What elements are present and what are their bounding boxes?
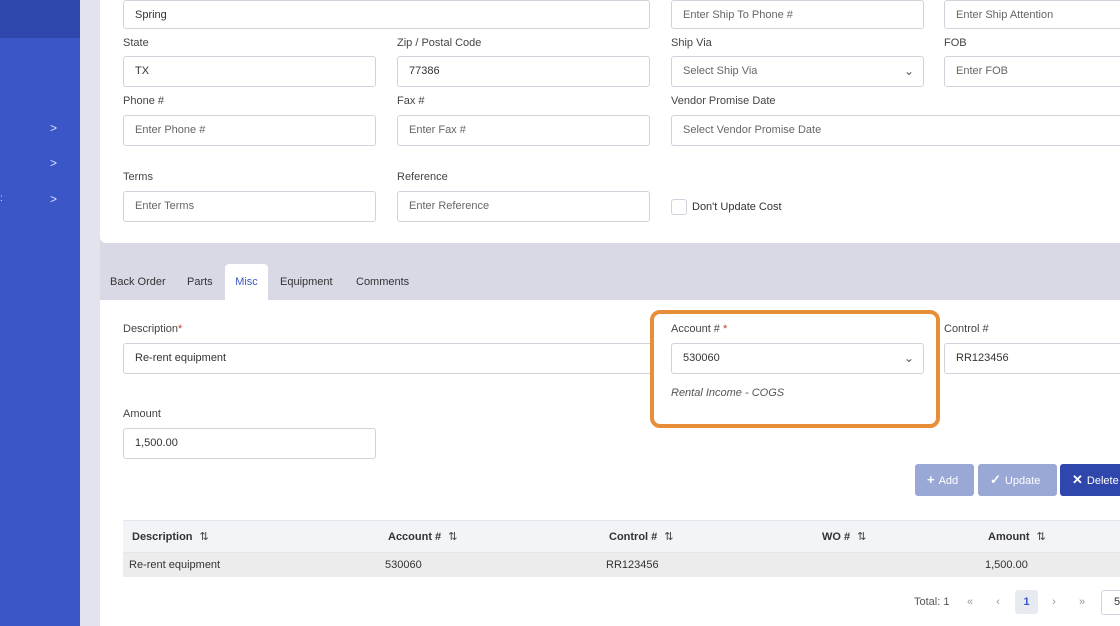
dont-update-cost-checkbox[interactable] — [671, 199, 687, 215]
next-page-icon[interactable]: › — [1046, 590, 1062, 614]
ship-attention-input[interactable]: Enter Ship Attention — [944, 0, 1120, 29]
check-icon: ✓ — [990, 472, 1001, 487]
reference-label: Reference — [397, 171, 448, 183]
table-row[interactable]: Re-rent equipment 530060 RR123456 1,500.… — [123, 553, 1120, 577]
fob-label: FOB — [944, 37, 967, 49]
tab-misc[interactable]: Misc — [225, 264, 268, 300]
sort-icon: ⇅ — [199, 531, 209, 543]
tab-equipment[interactable]: Equipment — [280, 264, 333, 300]
terms-label: Terms — [123, 171, 153, 183]
fax-label: Fax # — [397, 95, 425, 107]
first-page-icon[interactable]: « — [962, 590, 978, 614]
plus-icon: + — [927, 472, 935, 487]
column-header-description[interactable]: Description ⇅ — [132, 521, 209, 554]
update-button[interactable]: ✓ Update — [978, 464, 1057, 496]
close-icon: ✕ — [1072, 472, 1083, 487]
account-highlight-box — [650, 310, 940, 428]
state-input[interactable]: TX — [123, 56, 376, 87]
chevron-right-icon[interactable]: > — [50, 192, 57, 206]
pagination-total: Total: 1 — [914, 596, 950, 608]
ship-via-placeholder: Select Ship Via — [683, 65, 758, 77]
chevron-right-icon[interactable]: > — [50, 121, 57, 135]
sidebar-active-item[interactable] — [0, 0, 80, 38]
sort-icon: ⇅ — [1036, 531, 1046, 543]
phone-label: Phone # — [123, 95, 164, 107]
amount-input[interactable]: 1,500.00 — [123, 428, 376, 459]
city-input[interactable]: Spring — [123, 0, 650, 29]
sort-icon: ⇅ — [664, 531, 674, 543]
fob-input[interactable]: Enter FOB — [944, 56, 1120, 87]
description-label: Description* — [123, 323, 183, 335]
sort-icon: ⇅ — [857, 531, 867, 543]
control-input[interactable]: RR123456 — [944, 343, 1120, 374]
column-header-wo[interactable]: WO # ⇅ — [822, 521, 866, 554]
last-page-icon[interactable]: » — [1074, 590, 1090, 614]
content-gutter — [80, 0, 100, 626]
description-input[interactable]: Re-rent equipment — [123, 343, 653, 374]
ship-via-select[interactable]: Select Ship Via ⌄ — [671, 56, 924, 87]
chevron-down-icon: ⌄ — [903, 64, 914, 78]
reference-input[interactable]: Enter Reference — [397, 191, 650, 222]
page-size-select[interactable]: 5 — [1101, 590, 1120, 615]
ship-to-phone-input[interactable]: Enter Ship To Phone # — [671, 0, 924, 29]
delete-button[interactable]: ✕ Delete — [1060, 464, 1120, 496]
cell-description: Re-rent equipment — [129, 559, 221, 571]
cell-account: 530060 — [385, 559, 422, 571]
sidebar: > > : > — [0, 0, 80, 626]
tab-parts[interactable]: Parts — [187, 264, 213, 300]
page-number-current[interactable]: 1 — [1015, 590, 1038, 614]
tab-comments[interactable]: Comments — [356, 264, 409, 300]
tab-back-order[interactable]: Back Order — [110, 264, 166, 300]
zip-input[interactable]: 77386 — [397, 56, 650, 87]
column-header-account[interactable]: Account # ⇅ — [388, 521, 457, 554]
table-header: Description ⇅ Account # ⇅ Control # ⇅ WO # ⇅… — [123, 520, 1120, 553]
ship-via-label: Ship Via — [671, 37, 712, 49]
sidebar-item-stub: : — [0, 193, 3, 204]
amount-label: Amount — [123, 408, 161, 420]
column-header-amount[interactable]: Amount ⇅ — [988, 521, 1046, 554]
chevron-right-icon[interactable]: > — [50, 156, 57, 170]
vendor-promise-date-label: Vendor Promise Date — [671, 95, 776, 107]
cell-amount: 1,500.00 — [985, 559, 1028, 571]
control-label: Control # — [944, 323, 989, 335]
previous-page-icon[interactable]: ‹ — [990, 590, 1006, 614]
fax-input[interactable]: Enter Fax # — [397, 115, 650, 146]
phone-input[interactable]: Enter Phone # — [123, 115, 376, 146]
sort-icon: ⇅ — [448, 531, 458, 543]
add-button[interactable]: + Add — [915, 464, 974, 496]
state-label: State — [123, 37, 149, 49]
zip-label: Zip / Postal Code — [397, 37, 482, 49]
cell-control: RR123456 — [606, 559, 659, 571]
terms-input[interactable]: Enter Terms — [123, 191, 376, 222]
column-header-control[interactable]: Control # ⇅ — [609, 521, 674, 554]
vendor-promise-date-input[interactable]: Select Vendor Promise Date — [671, 115, 1120, 146]
dont-update-cost-label: Don't Update Cost — [692, 201, 782, 213]
